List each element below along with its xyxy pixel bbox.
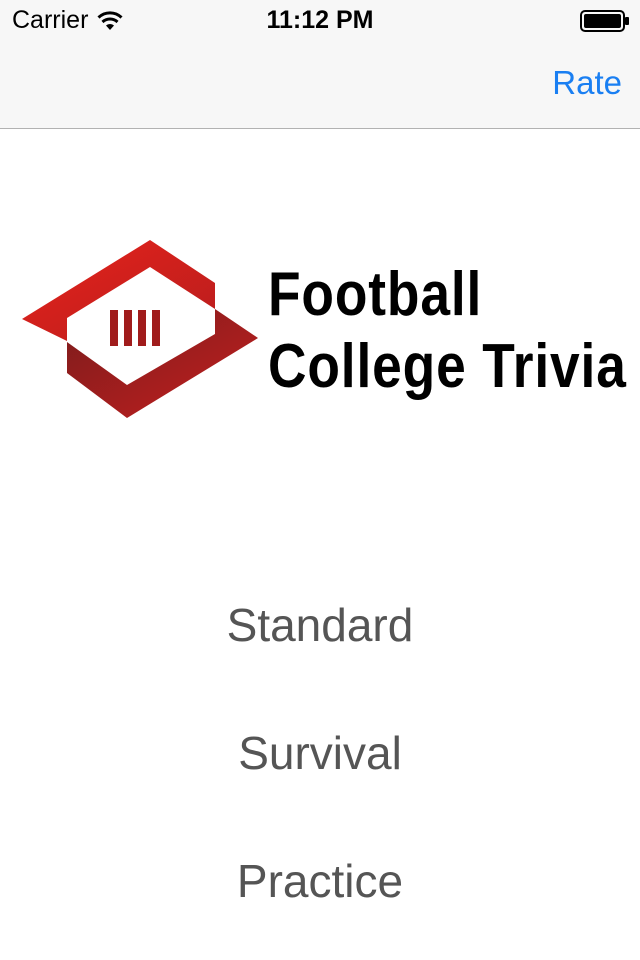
navigation-bar: Rate (0, 40, 640, 129)
practice-mode-button[interactable]: Practice (0, 854, 640, 908)
survival-mode-button[interactable]: Survival (0, 726, 640, 780)
logo-wordmark: Football College Trivia (268, 264, 627, 398)
battery-icon (580, 10, 629, 32)
logo-mark-icon (22, 240, 258, 418)
main-menu-screen: Carrier 11:12 PM Rate Football College T… (0, 0, 640, 960)
logo-title-line1: Football (268, 260, 483, 329)
app-logo: Football College Trivia (22, 240, 626, 420)
status-bar: Carrier 11:12 PM (0, 0, 640, 40)
standard-mode-button[interactable]: Standard (0, 598, 640, 652)
rate-button[interactable]: Rate (552, 64, 622, 102)
status-time: 11:12 PM (266, 6, 374, 34)
logo-title-line2: College Trivia (268, 332, 627, 401)
